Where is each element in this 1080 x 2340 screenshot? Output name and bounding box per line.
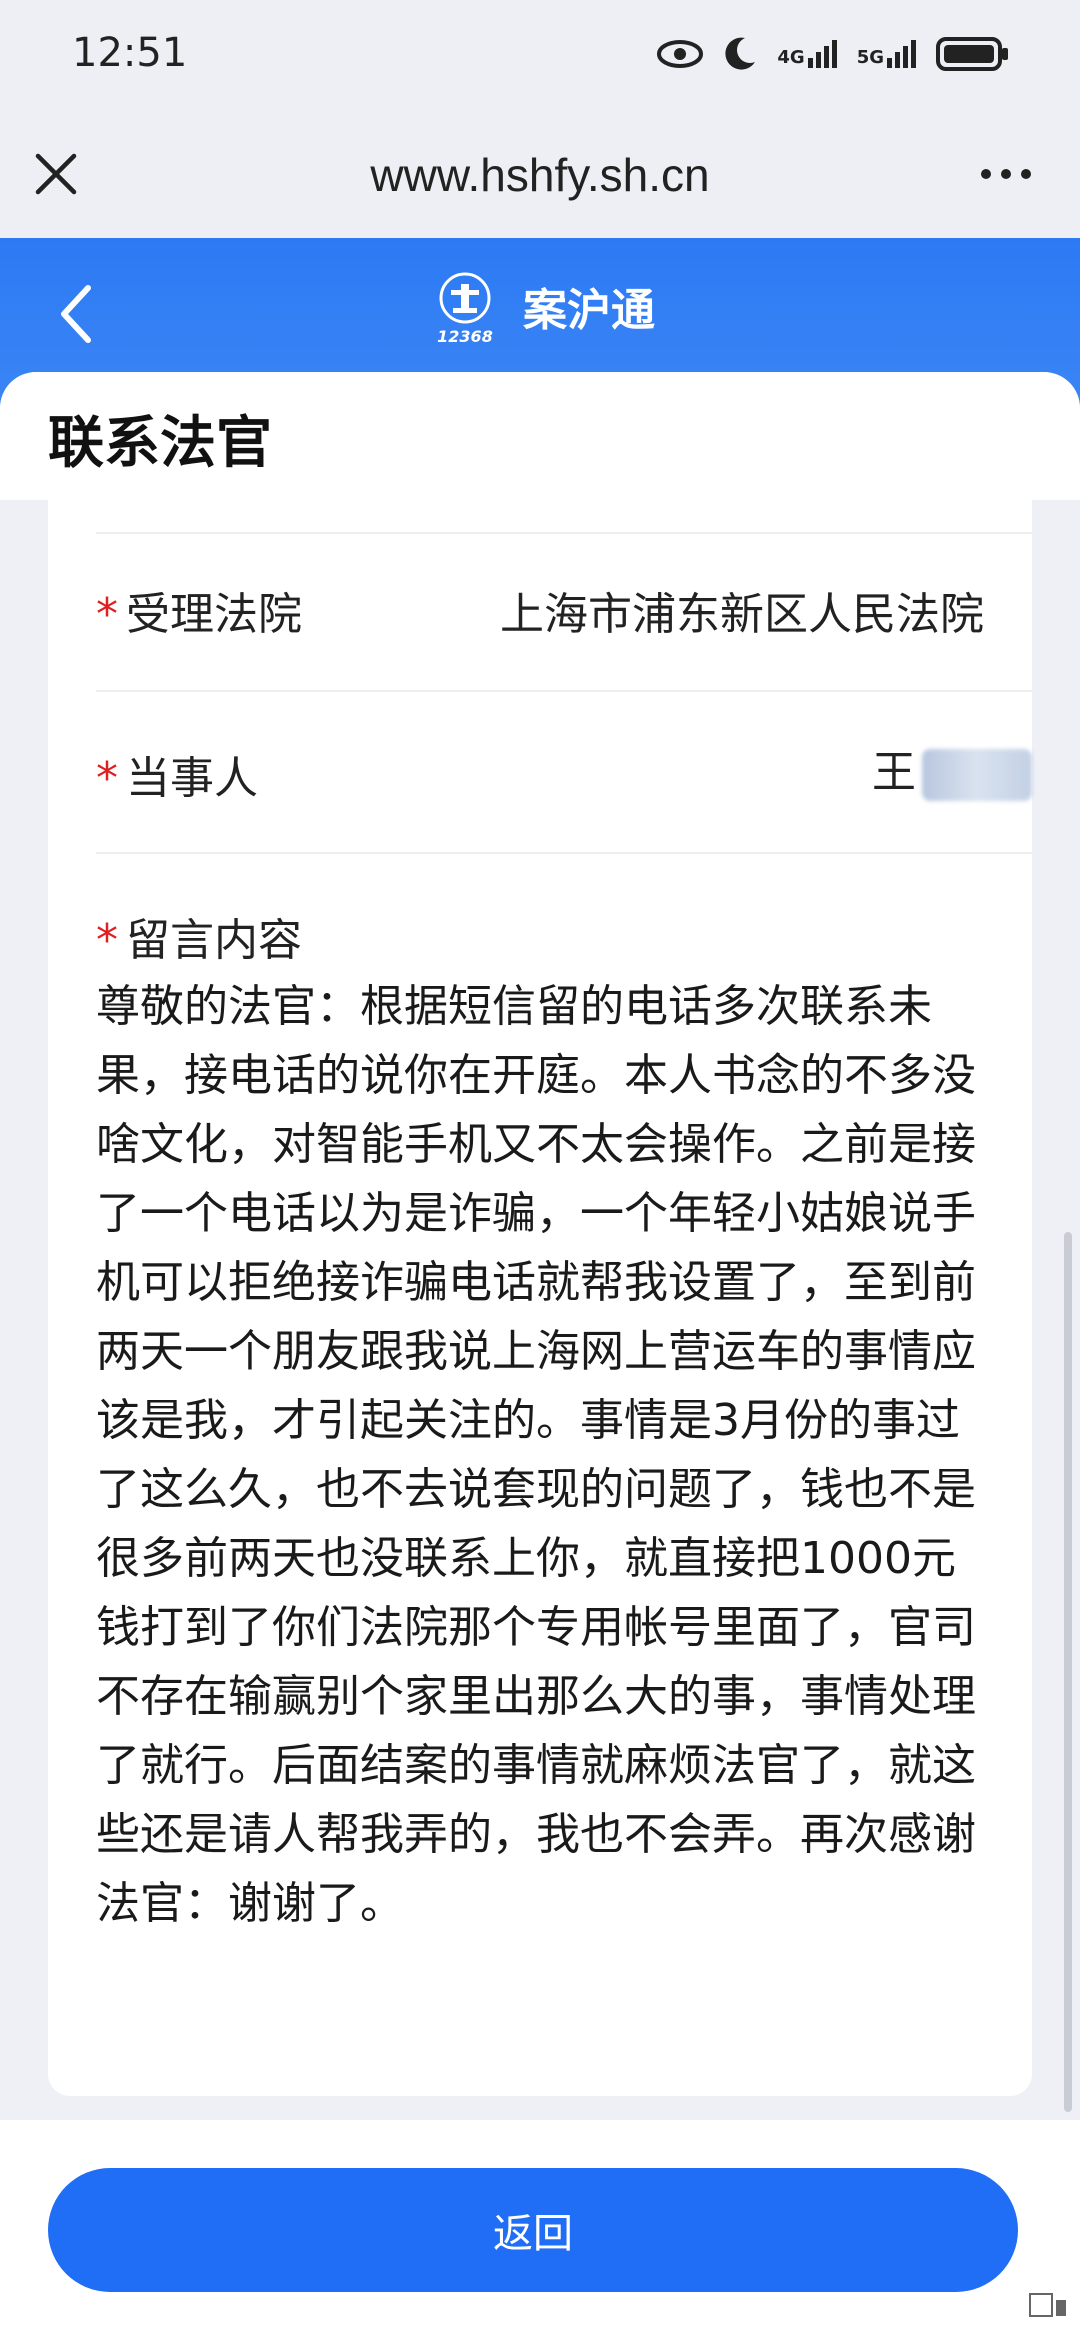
redacted-name <box>922 749 1032 801</box>
app-brand: 12368 案沪通 <box>0 266 1080 346</box>
moon-icon <box>725 37 756 70</box>
expand-corner-icon <box>1029 2293 1066 2317</box>
scrollbar[interactable] <box>1064 1232 1072 2112</box>
divider <box>96 532 1032 534</box>
page-title-bar: 联系法官 <box>0 372 1080 500</box>
page-title: 联系法官 <box>48 411 272 476</box>
required-mark: * <box>96 589 118 640</box>
party-value: 王 <box>872 736 1032 801</box>
app-title: 案沪通 <box>523 285 655 336</box>
court-label-text: 受理法院 <box>126 589 302 640</box>
party-label-text: 当事人 <box>126 753 258 804</box>
browser-url[interactable]: www.hshfy.sh.cn <box>0 148 1080 202</box>
message-label-text: 留言内容 <box>126 915 302 966</box>
browser-bar: www.hshfy.sh.cn <box>0 120 1080 238</box>
network-4g-label: 4G <box>777 47 805 68</box>
form-card: * 受理法院 上海市浦东新区人民法院 * 当事人 王 * 留言内容 尊敬的法官：根据短… <box>48 500 1032 2096</box>
message-label: * 留言内容 <box>96 904 302 968</box>
network-5g-label: 5G <box>856 47 884 68</box>
status-bar: 12:51 4G 5G <box>0 0 1080 120</box>
required-mark: * <box>96 915 118 966</box>
bottom-bar: 返回 <box>0 2120 1080 2340</box>
return-button[interactable]: 返回 <box>48 2168 1018 2292</box>
court-value: 上海市浦东新区人民法院 <box>500 589 984 640</box>
main-panel: 联系法官 * 受理法院 上海市浦东新区人民法院 * 当事人 王 * 留言内容 尊敬的法… <box>0 372 1080 2120</box>
required-mark: * <box>96 753 118 804</box>
court-label: * 受理法院 <box>96 578 302 642</box>
divider <box>96 852 1032 854</box>
court-emblem-icon: 12368 <box>437 272 493 346</box>
divider <box>96 690 1032 692</box>
signal-4g-icon: 4G <box>777 40 837 68</box>
battery-icon <box>936 37 1008 71</box>
party-label: * 当事人 <box>96 742 258 806</box>
eye-icon <box>657 40 704 68</box>
status-time: 12:51 <box>72 30 188 76</box>
party-name: 王 <box>872 747 916 798</box>
emblem-number: 12368 <box>437 327 493 346</box>
status-icons: 4G 5G <box>657 32 1010 76</box>
more-icon[interactable] <box>976 150 1036 198</box>
signal-5g-icon: 5G <box>857 40 916 68</box>
message-content: 尊敬的法官：根据短信留的电话多次联系未果，接电话的说你在开庭。本人书念的不多没啥… <box>96 981 976 1929</box>
